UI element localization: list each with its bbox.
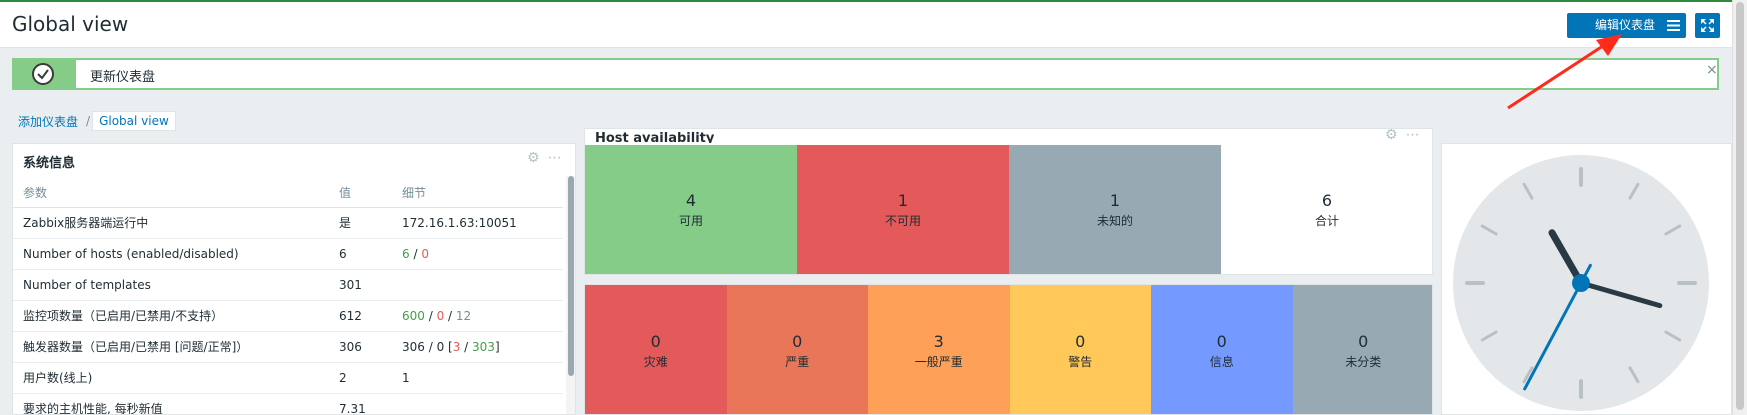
- check-icon: [32, 63, 54, 85]
- table-row: 用户数(线上) 2 1: [13, 362, 563, 394]
- param-cell: 监控项数量（已启用/已禁用/不支持）: [13, 300, 329, 332]
- success-message: 更新仪表盘 ×: [12, 58, 1719, 90]
- more-icon[interactable]: ⋯: [1406, 129, 1420, 143]
- clock-face: [1453, 155, 1709, 411]
- problems-by-severity-widget: 0 灾难 0 严重 3 一般严重 0 警告 0 信息 0 未分类: [584, 284, 1433, 415]
- page-title: Global view: [12, 12, 129, 36]
- param-cell: 用户数(线上): [13, 362, 329, 394]
- table-row: Zabbix服务器端运行中 是 172.16.1.63:10051: [13, 207, 563, 239]
- more-icon[interactable]: ⋯: [548, 150, 562, 166]
- severity-cell-average[interactable]: 3 一般严重: [868, 285, 1010, 414]
- gear-icon[interactable]: ⚙: [1385, 129, 1398, 143]
- page-header: Global view 编辑仪表盘: [0, 0, 1732, 48]
- column-header: 细节: [392, 179, 563, 208]
- severity-cell-information[interactable]: 0 信息: [1151, 285, 1293, 414]
- widget-title: Host availability: [595, 131, 715, 143]
- breadcrumb-current[interactable]: Global view: [92, 111, 176, 131]
- availability-cell-unavailable[interactable]: 1 不可用: [797, 145, 1009, 274]
- severity-cell-warning[interactable]: 0 警告: [1009, 285, 1151, 414]
- detail-cell: [392, 393, 563, 414]
- message-icon-box: [14, 60, 76, 88]
- availability-cell-unknown[interactable]: 1 未知的: [1009, 145, 1221, 274]
- detail-cell: 172.16.1.63:10051: [392, 207, 563, 239]
- column-header: 参数: [13, 179, 329, 208]
- availability-cell-available[interactable]: 4 可用: [585, 145, 797, 274]
- close-icon[interactable]: ×: [1706, 62, 1718, 78]
- param-cell: 触发器数量（已启用/已禁用 [问题/正常]）: [13, 331, 329, 363]
- column-header: 值: [329, 179, 392, 208]
- fullscreen-button[interactable]: [1695, 13, 1720, 38]
- value-cell: 是: [329, 207, 392, 239]
- page-scrollbar[interactable]: [1732, 0, 1747, 415]
- value-cell: 306: [329, 331, 392, 363]
- clock-widget: [1441, 143, 1732, 415]
- detail-cell: [392, 269, 563, 301]
- fullscreen-icon: [1701, 19, 1714, 32]
- value-cell: 2: [329, 362, 392, 394]
- widget-tools: ⚙ ⋯: [1385, 129, 1420, 143]
- gear-icon[interactable]: ⚙: [527, 150, 540, 166]
- message-text: 更新仪表盘: [90, 70, 156, 85]
- param-cell: 要求的主机性能, 每秒新值: [13, 393, 329, 414]
- widget-scrollbar[interactable]: [566, 176, 575, 414]
- detail-cell: 600 / 0 / 12: [392, 300, 563, 332]
- detail-cell: 6 / 0: [392, 238, 563, 270]
- table-row: 监控项数量（已启用/已禁用/不支持） 612 600 / 0 / 12: [13, 300, 563, 332]
- annotation-arrow: [1507, 34, 1622, 110]
- param-cell: Number of templates: [13, 269, 329, 301]
- widget-title: 系统信息: [23, 156, 76, 171]
- value-cell: 301: [329, 269, 392, 301]
- availability-row: 4 可用 1 不可用 1 未知的 6 合计: [585, 145, 1432, 274]
- param-cell: Zabbix服务器端运行中: [13, 207, 329, 239]
- table-row: 触发器数量（已启用/已禁用 [问题/正常]） 306 306 / 0 [3 / …: [13, 331, 563, 363]
- breadcrumb-separator: /: [86, 114, 91, 128]
- availability-cell-total[interactable]: 6 合计: [1221, 145, 1432, 274]
- menu-icon: [1667, 20, 1680, 31]
- table-row: Number of templates 301: [13, 269, 563, 301]
- host-availability-widget: Host availability ⚙ ⋯ 4 可用 1 不可用 1 未知的 6…: [584, 128, 1433, 275]
- table-row: Number of hosts (enabled/disabled) 6 6 /…: [13, 238, 563, 270]
- system-info-table: 参数 值 细节 Zabbix服务器端运行中 是 172.16.1.63:1005…: [13, 179, 563, 414]
- detail-cell: 306 / 0 [3 / 303]: [392, 331, 563, 363]
- severity-cell-high[interactable]: 0 严重: [726, 285, 868, 414]
- value-cell: 612: [329, 300, 392, 332]
- severity-cell-disaster[interactable]: 0 灾难: [585, 285, 727, 414]
- severity-row: 0 灾难 0 严重 3 一般严重 0 警告 0 信息 0 未分类: [585, 285, 1432, 414]
- system-info-widget: 系统信息 ⚙ ⋯ 参数 值 细节 Zabbix服务器端运行中 是 172.16.…: [12, 143, 576, 415]
- severity-cell-not-classified[interactable]: 0 未分类: [1292, 285, 1432, 414]
- param-cell: Number of hosts (enabled/disabled): [13, 238, 329, 270]
- breadcrumb-all-dashboards[interactable]: 添加仪表盘: [12, 113, 84, 130]
- value-cell: 6: [329, 238, 392, 270]
- detail-cell: 1: [392, 362, 563, 394]
- widget-tools: ⚙ ⋯: [527, 150, 562, 166]
- value-cell: 7.31: [329, 393, 392, 414]
- table-row: 要求的主机性能, 每秒新值 7.31: [13, 393, 563, 414]
- breadcrumb: 添加仪表盘 / Global view: [12, 110, 176, 132]
- menu-button[interactable]: [1661, 13, 1686, 38]
